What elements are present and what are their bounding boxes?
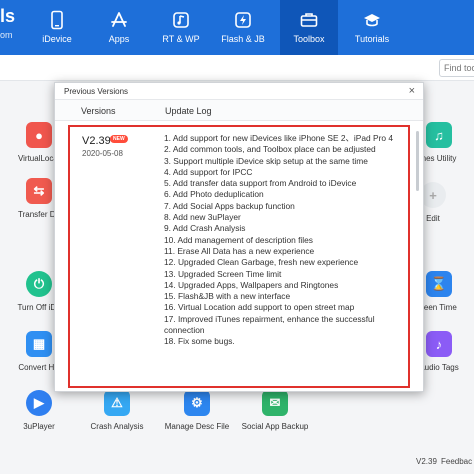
top-header: ls om iDevice Apps RT & WP Flash & JB To… [0,0,474,55]
crash-icon: ⚠ [104,390,130,416]
tool-label: nes Utility [421,154,457,163]
log-item: 12. Upgraded Clean Garbage, fresh new ex… [164,257,359,268]
tab-label: Apps [108,34,130,44]
backup-icon: ✉ [262,390,288,416]
log-item: 11. Erase All Data has a new experience [164,245,315,256]
log-item: 1. Add support for new iDevices like iPh… [164,133,394,143]
tool-label: Edit [426,214,440,223]
new-badge: NEW [110,135,128,143]
column-versions: Versions [81,106,116,116]
toolbox-icon [300,13,318,27]
toolbar-strip [0,55,474,81]
app-version: V2.39 [416,457,437,466]
hourglass-icon: ⌛ [426,271,452,297]
tab-label: RT & WP [162,34,200,44]
previous-versions-dialog: Previous Versions × Versions Update Log … [54,82,424,392]
brand-name: ls [0,6,16,26]
tab-label: Tutorials [354,34,390,44]
app-store-icon [111,12,127,27]
tab-idevice[interactable]: iDevice [28,0,86,55]
play-icon: ▶ [26,390,52,416]
tool-label: 3uPlayer [23,422,55,431]
search-input[interactable]: Find too [439,59,474,77]
feedback-link[interactable]: Feedbac [441,457,472,466]
log-item: 6. Add Photo deduplication [164,189,264,200]
tab-tutorials[interactable]: Tutorials [343,0,401,55]
log-item: 3. Support multiple iDevice skip setup a… [164,155,368,166]
ringtone-icon [173,12,189,28]
log-item: 4. Add support for IPCC [164,166,253,177]
log-item: 16. Virtual Location add support to open… [164,302,355,313]
brand-domain: om [0,30,13,40]
tool-label: Manage Desc File [164,422,230,431]
phone-icon [51,10,63,30]
highlight-box: V2.39 NEW 2020-05-08 1. Add support for … [68,125,410,388]
version-date: 2020-05-08 [82,149,123,158]
tool-label: Social App Backup [241,422,309,431]
music-note-icon: ♫ [426,122,452,148]
log-item: 2. Add common tools, and Toolbox place c… [164,144,376,155]
tool-3uplayer[interactable]: ▶ 3uPlayer [4,390,74,431]
update-log-list: 1. Add support for new iDevices like iPh… [164,133,409,348]
tool-label: Audio Tags [419,363,459,372]
log-item: 10. Add management of description files [164,234,313,245]
location-pin-icon: ● [26,122,52,148]
close-icon[interactable]: × [409,85,415,97]
log-item: 13. Upgraded Screen Time limit [164,268,282,279]
tab-label: Flash & JB [221,34,265,44]
tab-toolbox[interactable]: Toolbox [280,0,338,55]
log-item: 9. Add Crash Analysis [164,223,246,234]
log-item: 14. Upgraded Apps, Wallpapers and Ringto… [164,279,339,290]
tab-label: Toolbox [293,34,325,44]
transfer-icon: ⇆ [26,178,52,204]
log-item: 5. Add transfer data support from Androi… [164,178,357,189]
tab-flash-jb[interactable]: Flash & JB [214,0,272,55]
tool-label: Crash Analysis [90,422,144,431]
tool-crash-analysis[interactable]: ⚠ Crash Analysis [82,390,152,431]
log-item: 15. Flash&JB with a new interface [164,291,291,302]
column-update-log: Update Log [165,106,212,116]
version-number: V2.39 [82,135,111,147]
image-icon: ▦ [26,331,52,357]
tab-label: iDevice [42,34,72,44]
log-item: 8. Add new 3uPlayer [164,212,241,223]
table-header: Versions Update Log [55,99,423,121]
scrollbar[interactable] [416,131,419,191]
power-icon: ⏻ [26,271,52,297]
file-icon: ⚙ [184,390,210,416]
tool-manage-desc-file[interactable]: ⚙ Manage Desc File [162,390,232,431]
tab-apps[interactable]: Apps [90,0,148,55]
dialog-title: Previous Versions [64,87,129,96]
tool-social-app-backup[interactable]: ✉ Social App Backup [240,390,310,431]
tag-icon: ♪ [426,331,452,357]
flash-icon [235,12,251,28]
tab-rt-wp[interactable]: RT & WP [152,0,210,55]
log-item: 18. Fix some bugs. [164,336,235,347]
log-item: 7. Add Social Apps backup function [164,200,295,211]
graduation-cap-icon [364,14,380,27]
tool-label: reen Time [421,303,457,312]
log-item: 17. Improved iTunes repairment, enhance … [164,313,375,336]
